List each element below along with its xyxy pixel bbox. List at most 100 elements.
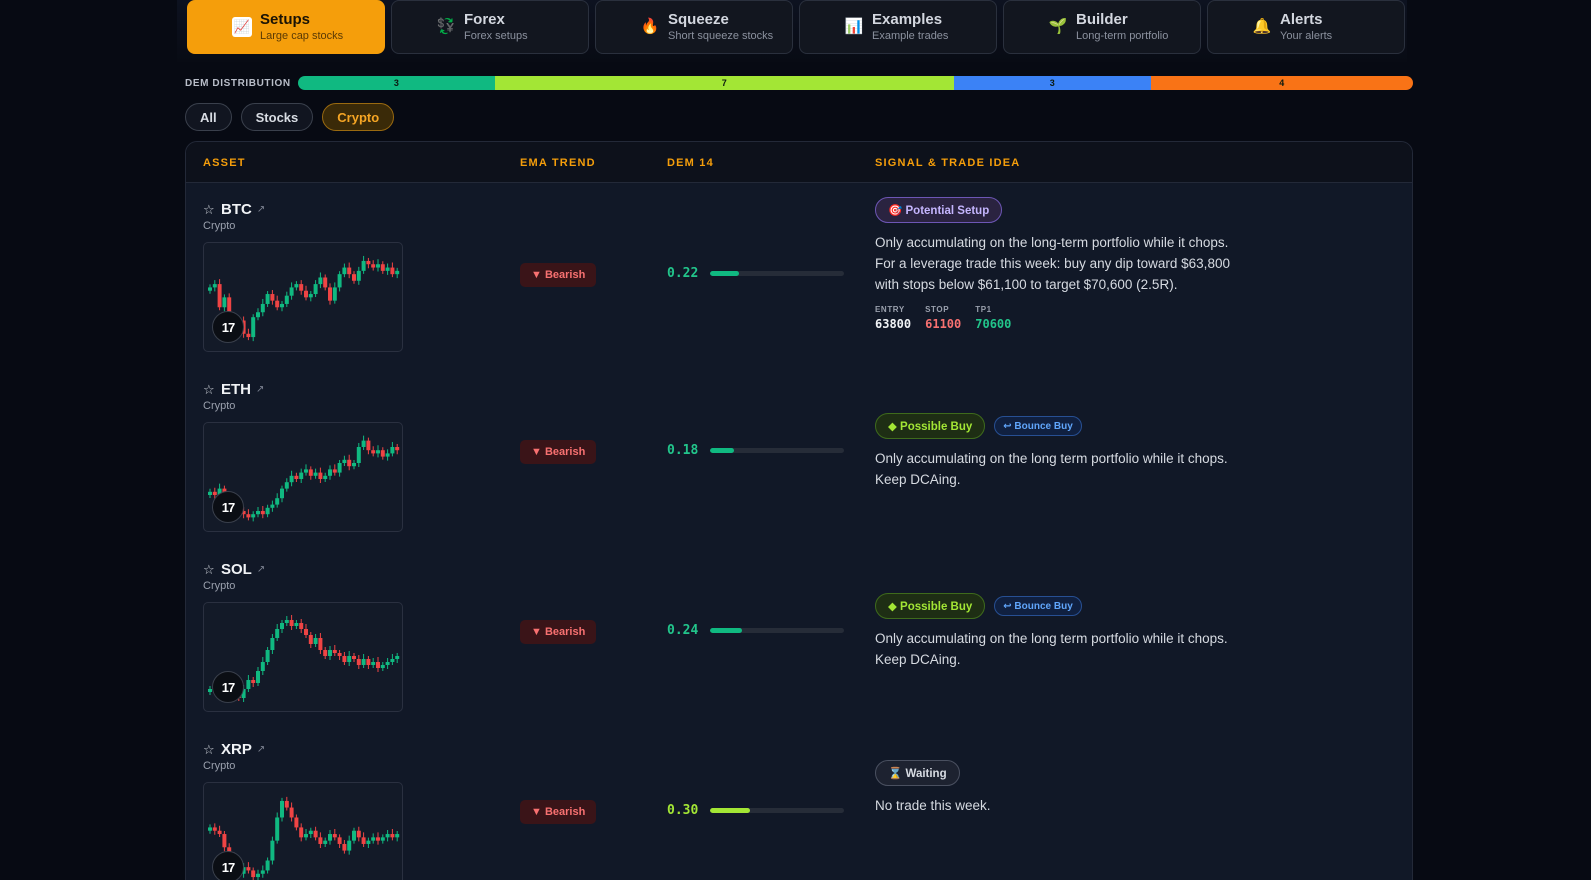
header-asset[interactable]: ASSET <box>203 157 246 169</box>
candle-body <box>212 827 217 831</box>
dem-14-indicator: 0.18 <box>667 443 844 458</box>
candle-body <box>395 270 400 275</box>
tab-subtitle: Example trades <box>872 29 949 42</box>
candle-body <box>299 623 304 629</box>
filter-stocks[interactable]: Stocks <box>240 103 314 131</box>
header-dem-14[interactable]: DEM 14 <box>667 157 714 169</box>
candle-body <box>385 267 390 271</box>
level-label: TP1 <box>975 305 992 314</box>
candle-body <box>270 504 275 508</box>
candle-body <box>251 514 256 518</box>
tab-forex[interactable]: 💱 Forex Forex setups <box>391 0 589 54</box>
trade-idea-text: No trade this week. <box>875 798 991 813</box>
tab-alerts[interactable]: 🔔 Alerts Your alerts <box>1207 0 1405 54</box>
candle-body <box>260 662 265 671</box>
candle-body <box>361 260 366 271</box>
tab-squeeze[interactable]: 🔥 Squeeze Short squeeze stocks <box>595 0 793 54</box>
trade-idea-text: Only accumulating on the long-term portf… <box>875 235 1230 292</box>
candle-body <box>313 284 318 295</box>
candle-body <box>260 870 265 874</box>
mini-chart[interactable]: 17 <box>203 422 403 532</box>
candle-body <box>246 514 251 518</box>
tab-builder[interactable]: 🌱 Builder Long-term portfolio <box>1003 0 1201 54</box>
candle-body <box>256 671 260 683</box>
candle-body <box>361 659 366 665</box>
candle-body <box>352 656 356 659</box>
tab-text: Forex Forex setups <box>464 11 528 44</box>
signal-trade-idea: ⌛ Waiting No trade this week. <box>875 760 1235 816</box>
external-link-icon[interactable]: ↗ <box>257 204 265 215</box>
candle-body <box>390 267 395 275</box>
candle-body <box>376 662 380 668</box>
candle-body <box>208 491 212 495</box>
asset-name: ☆ ETH ↗ <box>203 381 264 398</box>
candle-body <box>251 680 256 683</box>
candle-body <box>313 638 318 644</box>
signal-trade-idea: ◆ Possible Buy ↩ Bounce Buy Only accumulat… <box>875 593 1235 670</box>
tab-title: Builder <box>1076 10 1128 28</box>
candle-body <box>395 656 400 659</box>
ema-trend-badge: ▼ Bearish <box>520 620 597 644</box>
candle-body <box>323 840 328 844</box>
candle-body <box>328 287 332 301</box>
candle-body <box>361 440 366 447</box>
candle-body <box>332 469 337 473</box>
star-icon[interactable]: ☆ <box>203 742 221 758</box>
tab-examples[interactable]: 📊 Examples Example trades <box>799 0 997 54</box>
signal-badge-setup: 🎯 Potential Setup <box>875 197 1003 223</box>
candle-body <box>270 840 275 861</box>
fire-icon: 🔥 <box>640 18 660 35</box>
external-link-icon[interactable]: ↗ <box>257 744 265 755</box>
mini-chart[interactable]: 17 <box>203 602 403 712</box>
filter-crypto[interactable]: Crypto <box>322 103 395 131</box>
candle-body <box>371 662 376 665</box>
candle-body <box>294 623 299 626</box>
header-ema-trend[interactable]: EMA TREND <box>520 157 596 169</box>
asset-ticker[interactable]: BTC <box>221 201 252 218</box>
dem-14-bar <box>710 808 844 813</box>
candle-body <box>280 623 284 629</box>
bell-icon: 🔔 <box>1252 18 1272 35</box>
star-icon[interactable]: ☆ <box>203 562 221 578</box>
tradingview-logo-icon: 17 <box>212 671 244 703</box>
tab-setups[interactable]: 📈 Setups Large cap stocks <box>187 0 385 54</box>
candle-body <box>208 287 212 291</box>
dem-distribution-bar: 3734 <box>298 76 1413 90</box>
dem-14-value: 0.18 <box>667 443 699 458</box>
signal-badges: ◆ Possible Buy ↩ Bounce Buy <box>875 413 1235 439</box>
header-signal: SIGNAL & TRADE IDEA <box>875 157 1021 169</box>
level-label: ENTRY <box>875 305 905 314</box>
signal-trade-idea: ◆ Possible Buy ↩ Bounce Buy Only accumulat… <box>875 413 1235 490</box>
filter-all[interactable]: All <box>185 103 232 131</box>
asset-ticker[interactable]: XRP <box>221 741 252 758</box>
mini-chart[interactable]: 17 <box>203 782 403 880</box>
dem-14-bar-fill <box>710 448 735 453</box>
signal-badges: 🎯 Potential Setup <box>875 197 1235 223</box>
candle-body <box>265 650 270 662</box>
candle-body <box>265 507 270 515</box>
candle-body <box>280 488 284 499</box>
candle-body <box>308 635 313 644</box>
dem-14-bar-fill <box>710 628 743 633</box>
candle-body <box>280 303 284 308</box>
distribution-segment: 4 <box>1150 76 1413 90</box>
candle-body <box>323 475 328 479</box>
candle-body <box>275 498 280 505</box>
external-link-icon[interactable]: ↗ <box>256 384 264 395</box>
asset-ticker[interactable]: SOL <box>221 561 252 578</box>
signal-badge-bounce: ↩ Bounce Buy <box>994 596 1082 616</box>
mini-chart[interactable]: 17 <box>203 242 403 352</box>
star-icon[interactable]: ☆ <box>203 382 221 398</box>
candle-body <box>217 830 222 835</box>
star-icon[interactable]: ☆ <box>203 202 221 218</box>
candle-body <box>347 840 352 851</box>
candle-body <box>332 287 337 301</box>
candle-body <box>347 267 352 275</box>
table-row: ☆ BTC ↗ Crypto 17 ▼ Bearish 0.22 🎯 Potential Se… <box>186 183 1412 366</box>
tab-title: Alerts <box>1280 10 1323 28</box>
external-link-icon[interactable]: ↗ <box>257 564 265 575</box>
asset-ticker[interactable]: ETH <box>221 381 251 398</box>
trade-idea-text: Only accumulating on the long term portf… <box>875 451 1228 487</box>
candle-body <box>246 867 251 871</box>
tab-text: Alerts Your alerts <box>1280 11 1332 44</box>
